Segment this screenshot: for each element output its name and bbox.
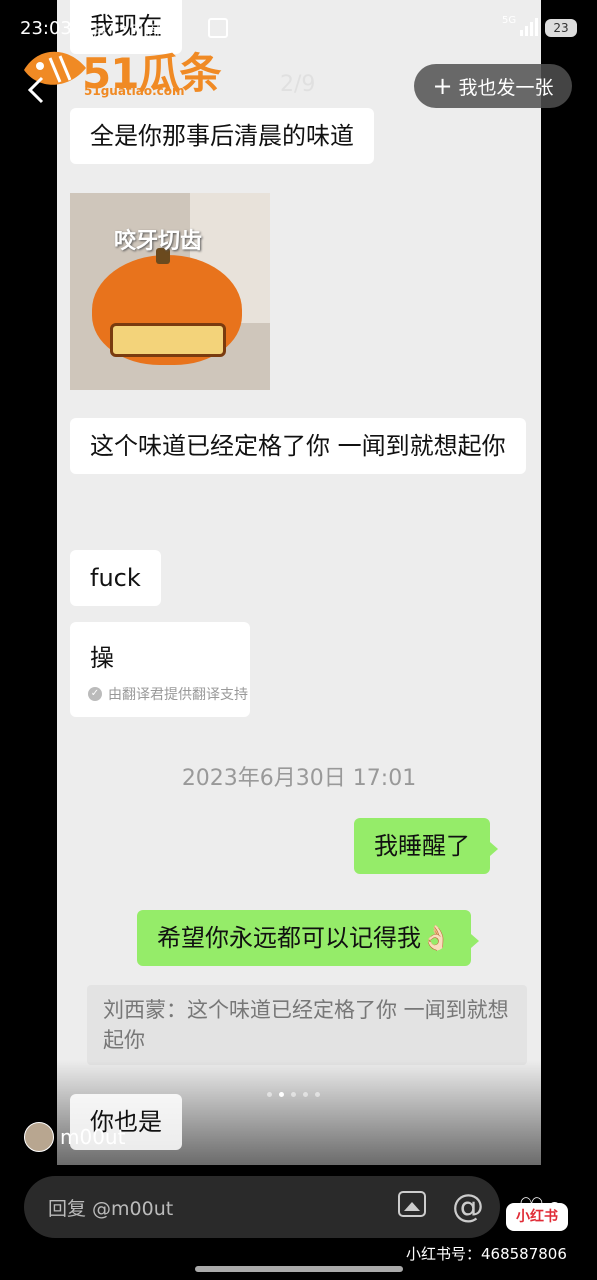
chat-timestamp: 2023年6月30日 17:01 bbox=[181, 766, 417, 791]
xhs-id: 小红书号：468587806 bbox=[406, 1245, 567, 1263]
post-one-label: 我也发一张 bbox=[458, 76, 554, 99]
reply-input[interactable]: 回复 @m00ut bbox=[48, 1194, 173, 1221]
avatar[interactable] bbox=[24, 1122, 54, 1152]
post-one-button[interactable]: + 我也发一张 bbox=[414, 64, 572, 108]
check-icon: ✓ bbox=[88, 687, 102, 701]
page-dots bbox=[267, 1092, 320, 1097]
quoted-message: 刘西蒙：这个味道已经定格了你 一闻到就想起你 bbox=[87, 985, 527, 1065]
chat-bubble-right: 我睡醒了 bbox=[354, 818, 498, 874]
at-icon[interactable]: @ bbox=[452, 1186, 484, 1226]
post-image[interactable]: 我现在 全是你那事后清晨的味道 咬牙切齿 这个味道已经定格了你 一闻到就想起你 … bbox=[57, 0, 541, 1165]
back-button[interactable] bbox=[22, 70, 52, 110]
image-icon[interactable] bbox=[398, 1191, 426, 1217]
battery-indicator: 23 bbox=[545, 19, 577, 37]
plus-icon: + bbox=[432, 72, 453, 100]
watermark-domain: 51guatiao.com bbox=[84, 84, 185, 98]
translation-note: ✓ 由翻译君提供翻译支持 bbox=[88, 684, 248, 704]
xhs-badge: 小红书 bbox=[506, 1203, 568, 1231]
home-indicator[interactable] bbox=[195, 1266, 403, 1272]
sticker-caption: 咬牙切齿 bbox=[114, 229, 203, 254]
network-type: 5G bbox=[502, 15, 517, 26]
status-time: 23:03 bbox=[20, 18, 72, 39]
author-info[interactable]: m00ut bbox=[24, 1122, 125, 1152]
author-name[interactable]: m00ut bbox=[60, 1125, 125, 1149]
reply-bar[interactable]: 回复 @m00ut @ bbox=[24, 1176, 500, 1238]
screen-record-icon bbox=[208, 18, 228, 38]
chat-bubble-right: 希望你永远都可以记得我👌🏻 bbox=[137, 910, 479, 966]
chat-bubble-left: 这个味道已经定格了你 一闻到就想起你 bbox=[70, 418, 526, 474]
chat-bubble-left: fuck bbox=[70, 550, 161, 606]
translation-bubble: 操 ✓ 由翻译君提供翻译支持 bbox=[70, 622, 250, 717]
translation-text: 操 bbox=[90, 644, 114, 672]
chevron-left-icon bbox=[27, 76, 44, 104]
translation-note-text: 由翻译君提供翻译支持 bbox=[108, 687, 248, 703]
signal-icon bbox=[520, 16, 538, 36]
status-date: 8月12日周六 bbox=[82, 22, 177, 41]
pumpkin-sticker: 咬牙切齿 bbox=[70, 193, 270, 390]
page-indicator: 2/9 bbox=[280, 72, 316, 97]
chat-bubble-left: 全是你那事后清晨的味道 bbox=[70, 108, 374, 164]
